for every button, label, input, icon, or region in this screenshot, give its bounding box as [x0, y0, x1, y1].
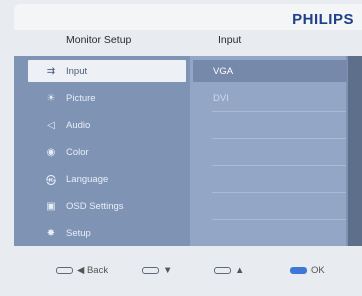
option-dvi[interactable]: DVI [193, 87, 347, 109]
divider-line [212, 165, 346, 166]
menu-label-color: Color [66, 146, 89, 158]
scrollbar[interactable] [348, 56, 362, 246]
ok-label: OK [311, 264, 325, 276]
key-icon [214, 266, 231, 274]
language-icon: ㉿ [46, 175, 56, 187]
menu-item-osd-settings[interactable]: ▣ OSD Settings [28, 195, 186, 217]
monitor-setup-heading: Monitor Setup [66, 34, 132, 46]
audio-icon: ◁ [47, 119, 55, 131]
menu-label-input: Input [66, 65, 88, 77]
down-arrow-icon: ▼ [163, 264, 173, 276]
ok-key[interactable]: OK [290, 262, 325, 278]
menu-label-picture: Picture [66, 92, 96, 104]
divider-line [212, 111, 346, 112]
menu-item-setup[interactable]: ✸ Setup [28, 222, 186, 244]
option-vga[interactable]: VGA [193, 60, 347, 82]
ok-key-icon [290, 266, 307, 274]
down-key[interactable]: ▼ [142, 262, 172, 278]
osd-window: PHILIPS Monitor Setup Input ⇉ Input ☀ Pi… [0, 0, 362, 296]
input-heading: Input [218, 34, 242, 46]
divider-line [212, 192, 346, 193]
brand-bar: PHILIPS [14, 4, 362, 30]
up-key[interactable]: ▲ [214, 262, 244, 278]
back-key[interactable]: ◀ Back [56, 262, 108, 278]
back-label: ◀ Back [77, 264, 109, 276]
key-icon [142, 266, 159, 274]
philips-logo: PHILIPS [292, 11, 354, 28]
menu-item-color[interactable]: ◉ Color [28, 141, 186, 163]
menu-item-language[interactable]: ㉿ Language [28, 168, 186, 190]
menu-item-audio[interactable]: ◁ Audio [28, 114, 186, 136]
menu-item-picture[interactable]: ☀ Picture [28, 87, 186, 109]
up-arrow-icon: ▲ [235, 264, 245, 276]
divider-line [212, 138, 346, 139]
menu-label-osd-settings: OSD Settings [66, 200, 124, 212]
key-icon [56, 266, 73, 274]
divider-line [212, 219, 346, 220]
menu-item-input[interactable]: ⇉ Input [28, 60, 186, 82]
menu-label-language: Language [66, 173, 109, 185]
color-icon: ◉ [46, 146, 56, 158]
picture-icon: ☀ [46, 92, 56, 104]
setup-icon: ✸ [46, 227, 56, 239]
menu-label-audio: Audio [66, 119, 91, 131]
menu-label-setup: Setup [66, 227, 91, 239]
osd-settings-icon: ▣ [46, 200, 56, 212]
submenu [190, 56, 346, 246]
input-icon: ⇉ [46, 65, 56, 77]
